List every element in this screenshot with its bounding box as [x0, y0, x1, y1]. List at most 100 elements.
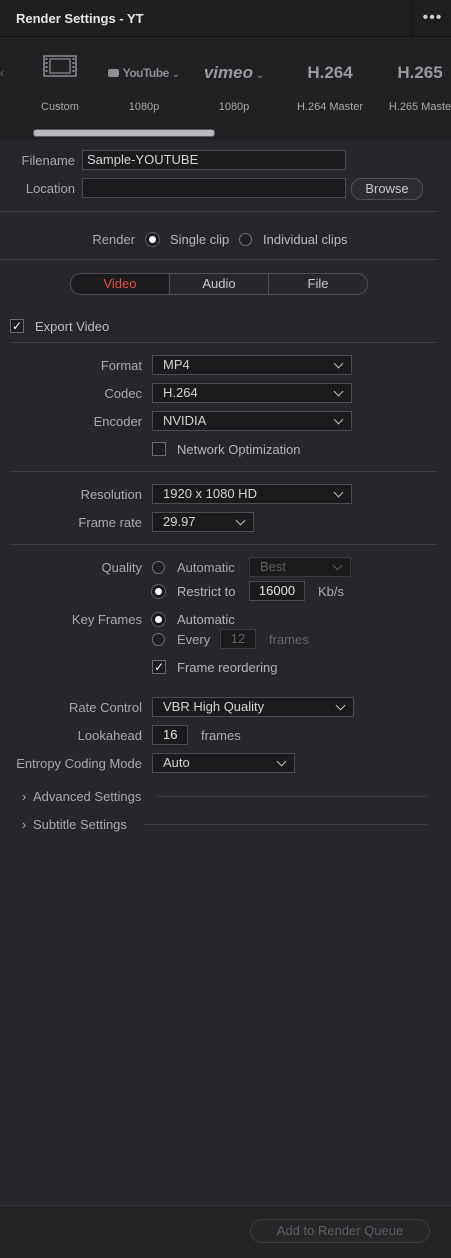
- tab-video[interactable]: Video: [71, 274, 170, 294]
- chevron-right-icon: ›: [22, 817, 27, 832]
- divider: [10, 342, 437, 343]
- frame-reordering-checkbox[interactable]: ✓: [152, 660, 166, 674]
- key-frames-automatic-radio[interactable]: [152, 613, 165, 626]
- add-to-render-queue-button[interactable]: Add to Render Queue: [250, 1219, 430, 1243]
- bitrate-input[interactable]: 16000: [249, 581, 305, 601]
- lookahead-unit: frames: [201, 728, 241, 743]
- browse-button[interactable]: Browse: [351, 178, 423, 200]
- divider: [10, 544, 437, 545]
- preset-h264[interactable]: H.264 H.264 Master: [290, 37, 370, 129]
- settings-tabs: Video Audio File: [70, 273, 368, 295]
- frame-rate-label: Frame rate: [78, 515, 142, 530]
- individual-clips-label: Individual clips: [263, 232, 348, 247]
- quality-restrict-radio[interactable]: [152, 585, 165, 598]
- more-options-button[interactable]: •••: [412, 0, 451, 36]
- chevron-down-icon: [333, 414, 344, 425]
- network-optimization-label: Network Optimization: [177, 442, 301, 457]
- filename-input[interactable]: Sample-YOUTUBE: [82, 150, 346, 170]
- advanced-settings-toggle[interactable]: › Advanced Settings: [22, 789, 162, 804]
- format-select[interactable]: MP4: [152, 355, 352, 375]
- chevron-down-icon: [333, 386, 344, 397]
- individual-clips-radio[interactable]: [239, 233, 252, 246]
- chevron-right-icon: ›: [22, 789, 27, 804]
- frame-rate-value: 29.97: [163, 514, 196, 529]
- tab-audio[interactable]: Audio: [170, 274, 269, 294]
- rate-control-label: Rate Control: [69, 700, 142, 715]
- export-video-checkbox[interactable]: ✓: [10, 319, 24, 333]
- lookahead-input[interactable]: 16: [152, 725, 188, 745]
- encoder-select[interactable]: NVIDIA: [152, 411, 352, 431]
- frame-reordering-label: Frame reordering: [177, 660, 278, 675]
- export-video-label: Export Video: [35, 319, 110, 334]
- codec-label: Codec: [104, 386, 142, 401]
- advanced-settings-label: Advanced Settings: [32, 789, 142, 804]
- youtube-logo-icon: YouTube ⌄: [104, 65, 184, 80]
- divider: [10, 471, 437, 472]
- quality-automatic-label: Automatic: [177, 560, 235, 575]
- divider: [157, 796, 427, 797]
- key-frames-every-unit: frames: [269, 632, 309, 647]
- key-frames-every-radio[interactable]: [152, 633, 165, 646]
- chevron-down-icon: [335, 700, 346, 711]
- quality-restrict-label: Restrict to: [177, 584, 236, 599]
- divider: [0, 211, 437, 212]
- resolution-label: Resolution: [80, 487, 142, 502]
- rate-control-select[interactable]: VBR High Quality: [152, 697, 354, 717]
- frame-rate-select[interactable]: 29.97: [152, 512, 254, 532]
- preset-custom[interactable]: Custom: [20, 37, 100, 129]
- encoder-value: NVIDIA: [163, 413, 207, 428]
- chevron-down-icon: [333, 358, 344, 369]
- subtitle-settings-label: Subtitle Settings: [32, 817, 127, 832]
- preset-h265[interactable]: H.265 H.265 Maste: [380, 37, 451, 129]
- network-optimization-checkbox[interactable]: [152, 442, 166, 456]
- codec-select[interactable]: H.264: [152, 383, 352, 403]
- more-dots-icon: •••: [422, 9, 443, 26]
- film-icon: [20, 55, 100, 80]
- subtitle-settings-toggle[interactable]: › Subtitle Settings: [22, 817, 162, 832]
- rate-control-value: VBR High Quality: [163, 699, 265, 714]
- preset-label: 1080p: [218, 101, 250, 113]
- key-frames-label: Key Frames: [71, 612, 142, 627]
- preset-scrollbar[interactable]: [33, 129, 215, 137]
- quality-automatic-radio[interactable]: [152, 561, 165, 574]
- h265-icon: H.265: [397, 63, 443, 82]
- entropy-coding-value: Auto: [163, 755, 190, 770]
- single-clip-radio[interactable]: [146, 233, 159, 246]
- render-label: Render: [92, 232, 135, 247]
- location-input[interactable]: [82, 178, 346, 198]
- preset-label: Custom: [41, 101, 79, 113]
- divider: [144, 824, 427, 825]
- quality-preset-value: Best: [260, 559, 287, 574]
- key-frames-automatic-label: Automatic: [177, 612, 235, 627]
- preset-label: H.264 Master: [296, 101, 364, 113]
- chevron-down-icon: [235, 515, 246, 526]
- encoder-label: Encoder: [93, 414, 142, 429]
- format-label: Format: [100, 358, 142, 373]
- resolution-value: 1920 x 1080 HD: [163, 486, 257, 501]
- tab-file[interactable]: File: [269, 274, 367, 294]
- preset-label: H.265 Maste: [388, 101, 451, 113]
- divider: [0, 259, 437, 260]
- entropy-coding-label: Entropy Coding Mode: [16, 756, 142, 771]
- key-frames-every-input[interactable]: 12: [220, 629, 256, 649]
- entropy-coding-select[interactable]: Auto: [152, 753, 295, 773]
- bitrate-unit: Kb/s: [318, 584, 345, 599]
- format-value: MP4: [163, 357, 190, 372]
- chevron-down-icon: [276, 756, 287, 767]
- single-clip-label: Single clip: [170, 232, 230, 247]
- preset-youtube[interactable]: YouTube ⌄ 1080p: [104, 37, 184, 129]
- filename-label: Filename: [21, 153, 75, 168]
- resolution-select[interactable]: 1920 x 1080 HD: [152, 484, 352, 504]
- panel-title: Render Settings - YT: [16, 11, 144, 26]
- key-frames-every-label: Every: [177, 632, 211, 647]
- quality-label: Quality: [101, 560, 142, 575]
- h264-icon: H.264: [307, 63, 353, 82]
- codec-value: H.264: [163, 385, 198, 400]
- location-label: Location: [25, 181, 75, 196]
- preset-label: 1080p: [128, 101, 160, 113]
- scroll-left-chevron-icon[interactable]: ‹: [0, 66, 4, 80]
- preset-vimeo[interactable]: vimeo ⌄ 1080p: [194, 37, 274, 129]
- vimeo-logo-icon: vimeo ⌄: [203, 63, 265, 82]
- chevron-down-icon: [332, 560, 343, 571]
- quality-preset-select[interactable]: Best: [249, 557, 351, 577]
